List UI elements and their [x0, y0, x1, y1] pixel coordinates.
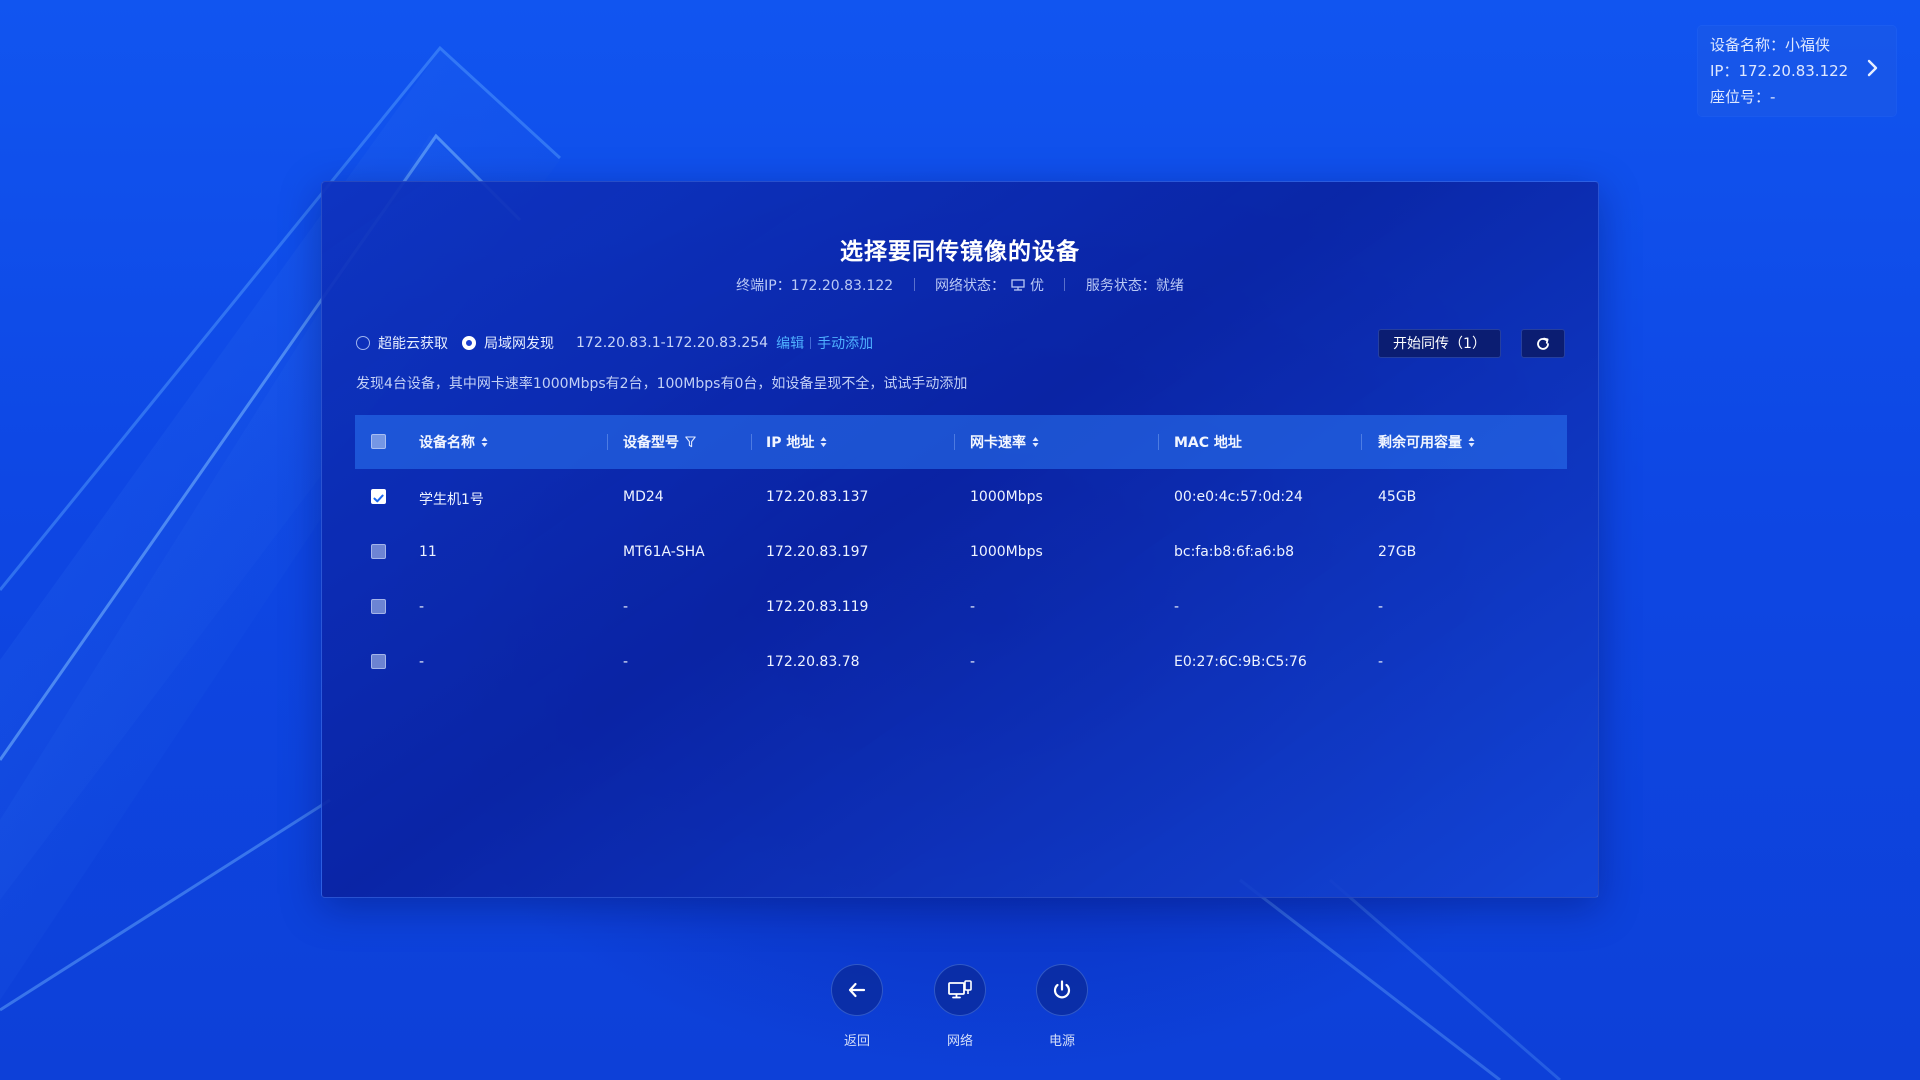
- device-seat-text: 座位号：-: [1710, 88, 1776, 106]
- table-row[interactable]: 学生机1号 MD24 172.20.83.137 1000Mbps 00:e0:…: [355, 469, 1567, 524]
- refresh-icon: [1537, 337, 1549, 350]
- manual-add-link[interactable]: 手动添加: [817, 333, 873, 353]
- back-button-circle[interactable]: [831, 964, 883, 1016]
- column-divider: [751, 434, 752, 450]
- link-divider: [810, 337, 812, 349]
- ip-range-text: 172.20.83.1-172.20.83.254: [576, 335, 769, 351]
- arrow-left-icon: [848, 982, 866, 998]
- header-device-model-label: 设备型号: [623, 435, 679, 451]
- column-divider: [1158, 434, 1159, 450]
- header-mac-address: MAC 地址: [1174, 432, 1242, 452]
- header-free-capacity[interactable]: 剩余可用容量: [1378, 432, 1475, 452]
- network-status-icon: [1010, 279, 1025, 291]
- sort-icon: [1468, 437, 1475, 447]
- monitor-network-icon: [948, 980, 972, 999]
- filter-icon: [685, 436, 696, 448]
- device-info-card[interactable]: 设备名称：小福侠 IP：172.20.83.122 座位号：-: [1698, 26, 1896, 116]
- radio-lan-label: 局域网发现: [484, 336, 554, 352]
- power-button[interactable]: 电源: [1034, 964, 1090, 1049]
- cell-device-name: 学生机1号: [419, 492, 484, 508]
- cell-device-model: MT61A-SHA: [623, 544, 705, 560]
- table-row[interactable]: 11 MT61A-SHA 172.20.83.197 1000Mbps bc:f…: [355, 524, 1567, 579]
- power-label: 电源: [1048, 1034, 1075, 1049]
- cell-mac-address: bc:fa:b8:6f:a6:b8: [1174, 544, 1295, 560]
- refresh-button[interactable]: [1521, 329, 1565, 358]
- cell-device-name: 11: [419, 544, 437, 560]
- cell-ip-address: 172.20.83.119: [766, 599, 869, 615]
- cell-mac-address: 00:e0:4c:57:0d:24: [1174, 489, 1303, 505]
- network-button[interactable]: 网络: [932, 964, 988, 1049]
- device-name-text: 设备名称：小福侠: [1710, 36, 1831, 54]
- cell-free-capacity: -: [1378, 599, 1384, 615]
- cell-free-capacity: 27GB: [1378, 544, 1417, 560]
- start-transfer-button[interactable]: 开始同传（1）: [1378, 329, 1501, 358]
- network-status-value: 优: [1029, 278, 1044, 294]
- row-checkbox[interactable]: [371, 489, 386, 504]
- column-divider: [1361, 434, 1362, 450]
- header-nic-speed[interactable]: 网卡速率: [970, 432, 1039, 452]
- network-button-circle[interactable]: [934, 964, 986, 1016]
- cell-nic-speed: 1000Mbps: [970, 489, 1043, 505]
- cell-device-model: MD24: [623, 489, 664, 505]
- radio-lan-discovery[interactable]: 局域网发现: [462, 333, 554, 353]
- radio-lan-indicator[interactable]: [462, 336, 476, 350]
- select-all-checkbox[interactable]: [371, 434, 386, 449]
- header-nic-speed-label: 网卡速率: [970, 435, 1026, 451]
- table-row[interactable]: - - 172.20.83.119 - - -: [355, 579, 1567, 634]
- back-button[interactable]: 返回: [829, 964, 885, 1049]
- row-checkbox[interactable]: [371, 654, 386, 669]
- chevron-right-icon: [1867, 59, 1878, 77]
- cell-nic-speed: 1000Mbps: [970, 544, 1043, 560]
- terminal-ip-text: 终端IP：172.20.83.122: [736, 278, 894, 294]
- status-divider: [913, 278, 915, 291]
- network-label: 网络: [946, 1034, 973, 1049]
- row-checkbox[interactable]: [371, 599, 386, 614]
- cell-mac-address: -: [1174, 599, 1180, 615]
- cell-device-name: -: [419, 654, 425, 670]
- cell-ip-address: 172.20.83.137: [766, 489, 869, 505]
- status-divider: [1064, 278, 1066, 291]
- status-bar: 终端IP：172.20.83.122 网络状态： 优 服务状态：就绪: [322, 275, 1598, 295]
- radio-cloud-label: 超能云获取: [378, 336, 448, 352]
- header-free-capacity-label: 剩余可用容量: [1378, 435, 1462, 451]
- check-icon: [373, 494, 384, 503]
- cell-ip-address: 172.20.83.78: [766, 654, 860, 670]
- device-table: 设备名称 设备型号 IP 地址 网卡速率 MAC 地址 剩余可用容量 学生机1号…: [355, 415, 1567, 689]
- network-status-label: 网络状态：: [935, 278, 1006, 294]
- cell-device-model: -: [623, 654, 629, 670]
- cell-device-model: -: [623, 599, 629, 615]
- sort-icon: [820, 437, 827, 447]
- sort-icon: [481, 437, 488, 447]
- header-device-name[interactable]: 设备名称: [419, 432, 488, 452]
- header-device-name-label: 设备名称: [419, 435, 475, 451]
- header-device-model[interactable]: 设备型号: [623, 432, 696, 452]
- cell-mac-address: E0:27:6C:9B:C5:76: [1174, 654, 1307, 670]
- service-status-text: 服务状态：就绪: [1085, 278, 1184, 294]
- cell-ip-address: 172.20.83.197: [766, 544, 869, 560]
- power-icon: [1053, 980, 1071, 999]
- table-header: 设备名称 设备型号 IP 地址 网卡速率 MAC 地址 剩余可用容量: [355, 415, 1567, 469]
- page-title: 选择要同传镜像的设备: [840, 239, 1080, 265]
- row-checkbox[interactable]: [371, 544, 386, 559]
- cell-nic-speed: -: [970, 654, 976, 670]
- discovery-mode-row: 超能云获取 局域网发现 172.20.83.1-172.20.83.254 编辑…: [356, 331, 873, 355]
- radio-cloud-indicator[interactable]: [356, 336, 370, 350]
- device-select-panel: 选择要同传镜像的设备 终端IP：172.20.83.122 网络状态： 优 服务…: [321, 181, 1599, 898]
- column-divider: [607, 434, 608, 450]
- table-row[interactable]: - - 172.20.83.78 - E0:27:6C:9B:C5:76 -: [355, 634, 1567, 689]
- header-ip-address-label: IP 地址: [766, 435, 815, 451]
- cell-free-capacity: 45GB: [1378, 489, 1417, 505]
- cell-device-name: -: [419, 599, 425, 615]
- header-ip-address[interactable]: IP 地址: [766, 432, 827, 452]
- back-label: 返回: [843, 1034, 870, 1049]
- power-button-circle[interactable]: [1036, 964, 1088, 1016]
- sort-icon: [1032, 437, 1039, 447]
- cell-free-capacity: -: [1378, 654, 1384, 670]
- cell-nic-speed: -: [970, 599, 976, 615]
- edit-range-link[interactable]: 编辑: [776, 333, 804, 353]
- radio-cloud-fetch[interactable]: 超能云获取: [356, 333, 448, 353]
- header-mac-address-label: MAC 地址: [1174, 435, 1242, 451]
- column-divider: [954, 434, 955, 450]
- discovery-hint-text: 发现4台设备，其中网卡速率1000Mbps有2台，100Mbps有0台，如设备呈…: [356, 376, 968, 392]
